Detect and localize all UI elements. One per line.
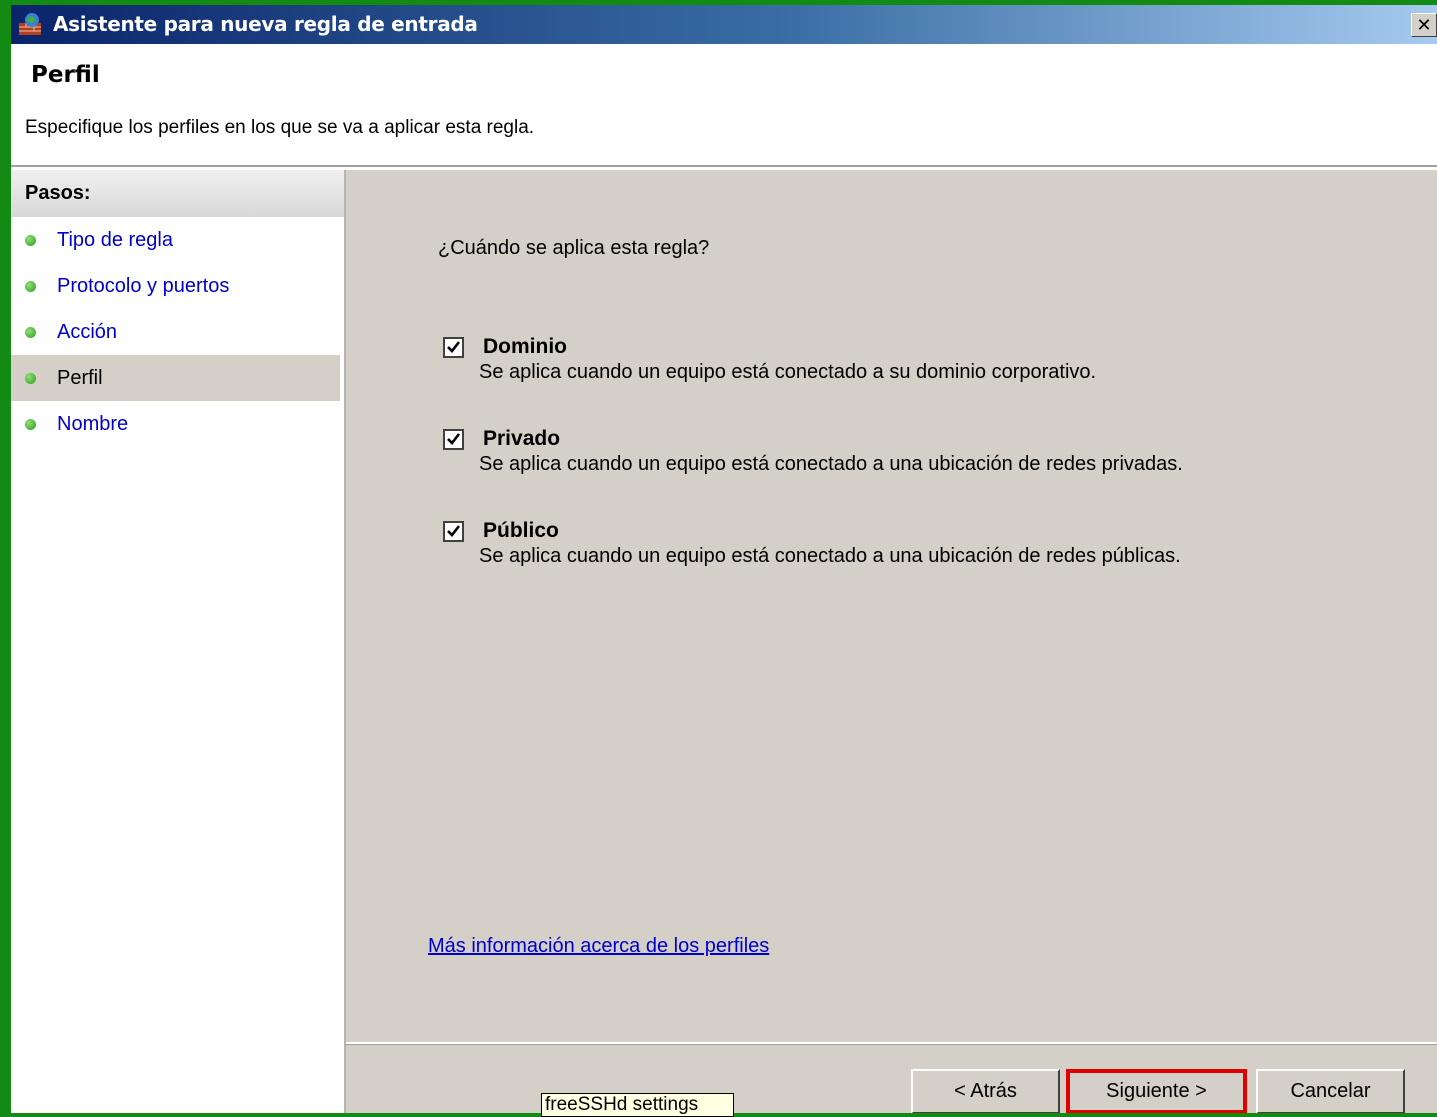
more-info-link[interactable]: Más información acerca de los perfiles [428, 935, 769, 958]
next-button[interactable]: Siguiente > [1066, 1069, 1247, 1113]
checkmark-icon [447, 525, 461, 537]
wizard-window: Asistente para nueva regla de entrada ✕ … [11, 5, 1437, 1113]
page-header: Perfil Especifique los perfiles en los q… [11, 44, 1437, 168]
steps-heading: Pasos: [11, 170, 344, 217]
green-dot-icon [25, 373, 36, 384]
step-accion[interactable]: Acción [11, 309, 340, 355]
button-bar: < Atrás Siguiente > Cancelar [346, 1042, 1437, 1113]
page-title: Perfil [31, 62, 100, 88]
close-button[interactable]: ✕ [1411, 13, 1437, 37]
privado-description: Se aplica cuando un equipo está conectad… [479, 453, 1183, 475]
window-title: Asistente para nueva regla de entrada [53, 12, 478, 36]
step-label: Protocolo y puertos [57, 275, 230, 297]
cancel-button[interactable]: Cancelar [1256, 1069, 1405, 1113]
privado-label[interactable]: Privado [483, 427, 560, 451]
step-label: Perfil [57, 367, 103, 389]
green-dot-icon [25, 327, 36, 338]
step-perfil[interactable]: Perfil [11, 355, 340, 401]
step-tipo-de-regla[interactable]: Tipo de regla [11, 217, 340, 263]
dominio-description: Se aplica cuando un equipo está conectad… [479, 361, 1097, 383]
question-text: ¿Cuándo se aplica esta regla? [438, 237, 710, 259]
green-dot-icon [25, 235, 36, 246]
step-protocolo-y-puertos[interactable]: Protocolo y puertos [11, 263, 340, 309]
tooltip: freeSSHd settings [541, 1093, 734, 1117]
content-panel: ¿Cuándo se aplica esta regla? Dominio Se… [346, 170, 1437, 1042]
close-icon: ✕ [1416, 14, 1432, 36]
step-label: Nombre [57, 413, 129, 435]
privado-checkbox[interactable] [443, 429, 464, 450]
publico-checkbox[interactable] [443, 521, 464, 542]
dominio-checkbox[interactable] [443, 337, 464, 358]
back-button[interactable]: < Atrás [911, 1069, 1060, 1113]
green-dot-icon [25, 419, 36, 430]
green-dot-icon [25, 281, 36, 292]
header-divider [11, 165, 1437, 167]
publico-description: Se aplica cuando un equipo está conectad… [479, 545, 1181, 567]
dominio-label[interactable]: Dominio [483, 335, 567, 359]
checkmark-icon [447, 433, 461, 445]
title-bar[interactable]: Asistente para nueva regla de entrada ✕ [11, 5, 1437, 44]
steps-panel: Pasos: Tipo de regla Protocolo y puertos… [11, 170, 346, 1113]
firewall-icon [19, 13, 41, 35]
step-label: Tipo de regla [57, 229, 173, 251]
page-description: Especifique los perfiles en los que se v… [25, 117, 535, 138]
checkmark-icon [447, 341, 461, 353]
publico-label[interactable]: Público [483, 519, 559, 543]
step-nombre[interactable]: Nombre [11, 401, 340, 447]
footer-divider [346, 1044, 1437, 1045]
step-label: Acción [57, 321, 118, 343]
